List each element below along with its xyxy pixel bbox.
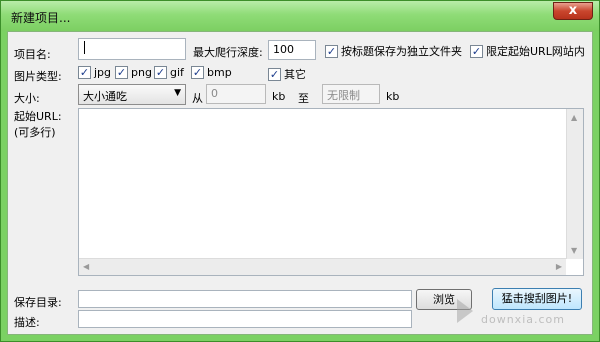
size-label: 大小:	[14, 92, 40, 105]
from-unit-label: kb	[272, 90, 286, 103]
close-button[interactable]: x	[553, 2, 593, 20]
watermark-text: downxia.com	[481, 313, 565, 326]
to-label: 至	[298, 92, 309, 105]
project-name-label: 项目名:	[14, 48, 51, 61]
text-caret	[84, 41, 89, 54]
chevron-down-icon: ▼	[174, 88, 181, 98]
size-select[interactable]: 大小通吃 ▼	[78, 84, 186, 105]
size-to-input[interactable]: 无限制	[322, 84, 380, 104]
scroll-up-icon[interactable]: ▲	[571, 113, 577, 122]
title-bar[interactable]: 新建项目... x	[1, 1, 599, 31]
type-jpg-checkbox[interactable]: ✓ jpg	[78, 66, 111, 79]
checkbox-checked-icon: ✓	[115, 66, 128, 79]
project-name-input[interactable]	[78, 38, 186, 60]
scroll-down-icon[interactable]: ▼	[571, 246, 577, 255]
from-label: 从	[192, 92, 203, 105]
save-by-title-checkbox[interactable]: ✓ 按标题保存为独立文件夹	[325, 43, 462, 59]
checkbox-checked-icon: ✓	[268, 67, 281, 81]
horizontal-scrollbar[interactable]: ◀ ▶	[79, 258, 566, 275]
depth-input[interactable]: 100	[268, 40, 316, 60]
image-type-label: 图片类型:	[14, 70, 62, 83]
start-url-hint: (可多行)	[14, 126, 56, 139]
type-other-checkbox[interactable]: ✓ 其它	[268, 66, 306, 82]
close-icon: x	[568, 3, 578, 18]
limit-url-checkbox[interactable]: ✓ 限定起始URL网站内	[470, 43, 585, 59]
to-unit-label: kb	[386, 90, 400, 103]
type-bmp-checkbox[interactable]: ✓ bmp	[191, 66, 232, 79]
size-from-input[interactable]: 0	[206, 84, 266, 104]
scroll-left-icon[interactable]: ◀	[83, 262, 89, 271]
type-gif-checkbox[interactable]: ✓ gif	[154, 66, 184, 79]
window-title: 新建项目...	[11, 11, 71, 25]
start-url-label: 起始URL:	[14, 110, 62, 123]
scroll-right-icon[interactable]: ▶	[556, 262, 562, 271]
vertical-scrollbar[interactable]: ▲ ▼	[566, 109, 583, 259]
checkbox-checked-icon: ✓	[325, 44, 338, 58]
watermark: downxia.com	[451, 291, 591, 331]
save-dir-input[interactable]	[78, 290, 412, 308]
start-url-textarea[interactable]: ▲ ▼ ◀ ▶	[78, 108, 584, 276]
save-dir-label: 保存目录:	[14, 296, 62, 309]
description-input[interactable]	[78, 310, 412, 328]
type-png-checkbox[interactable]: ✓ png	[115, 66, 152, 79]
checkbox-checked-icon: ✓	[154, 66, 167, 79]
depth-label: 最大爬行深度:	[193, 46, 263, 59]
dialog-body: 项目名: 最大爬行深度: 100 ✓ 按标题保存为独立文件夹 ✓ 限定起始URL…	[7, 31, 593, 335]
checkbox-checked-icon: ✓	[470, 44, 483, 58]
checkbox-checked-icon: ✓	[78, 66, 91, 79]
checkbox-checked-icon: ✓	[191, 66, 204, 79]
project-dialog: 新建项目... x 项目名: 最大爬行深度: 100 ✓ 按标题保存为独立文件夹…	[0, 0, 600, 342]
description-label: 描述:	[14, 316, 40, 329]
